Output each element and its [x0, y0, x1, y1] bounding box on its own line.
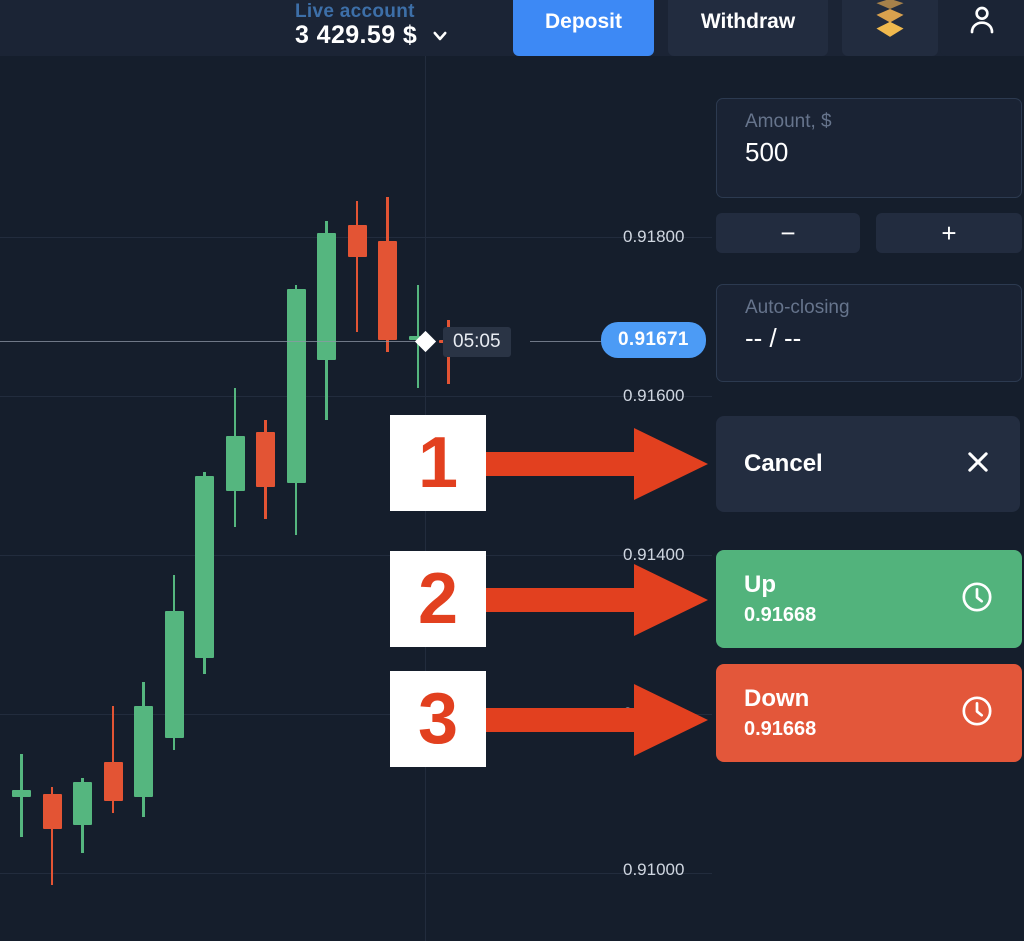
candle-body — [42, 793, 62, 830]
candle-body — [378, 240, 397, 341]
candle-body — [347, 225, 367, 257]
up-price: 0.91668 — [744, 604, 817, 626]
annotation-number-2: 2 — [417, 559, 459, 639]
account-type-label: Live account — [295, 1, 415, 21]
down-trade-button[interactable]: Down 0.91668 — [716, 664, 1022, 762]
candle-body — [286, 288, 306, 484]
amount-value: 500 — [745, 137, 789, 167]
close-icon[interactable] — [964, 448, 992, 481]
account-balance: 3 429.59 $ — [295, 21, 418, 49]
cancel-button[interactable]: Cancel — [716, 416, 1020, 512]
candle-body — [164, 610, 184, 738]
rank-badge-button[interactable] — [842, 0, 938, 56]
candle-body — [73, 781, 92, 826]
expiry-timer-badge: 05:05 — [443, 327, 511, 357]
auto-closing-value: -- / -- — [745, 323, 802, 353]
gold-chevron-rank-icon — [873, 0, 907, 47]
profile-button[interactable] — [940, 0, 1024, 56]
auto-closing-input[interactable]: Auto-closing -- / -- — [716, 284, 1022, 382]
annotation-arrow-3 — [486, 684, 708, 756]
person-icon — [966, 4, 998, 41]
gridline-horizontal — [0, 396, 712, 397]
up-trade-button[interactable]: Up 0.91668 — [716, 550, 1022, 648]
current-price-line-right — [530, 341, 605, 342]
account-selector[interactable]: Live account 3 429.59 $ — [295, 0, 510, 56]
clock-icon — [960, 580, 994, 619]
price-axis-label: 0.91600 — [623, 386, 685, 405]
annotation-box-1: 1 — [390, 415, 486, 511]
annotation-arrow-2 — [486, 564, 708, 636]
down-price: 0.91668 — [744, 718, 817, 740]
trade-panel: Amount, $ 500 − + Auto-closing -- / -- C… — [716, 56, 1024, 941]
auto-closing-label: Auto-closing — [745, 297, 850, 318]
candle-body — [256, 431, 275, 488]
candle-body — [103, 761, 123, 802]
clock-icon — [960, 694, 994, 733]
candle-body — [12, 789, 31, 798]
amount-input[interactable]: Amount, $ 500 — [716, 98, 1022, 198]
cancel-label: Cancel — [744, 450, 823, 477]
top-header: Live account 3 429.59 $ Deposit Withdraw — [0, 0, 1024, 56]
annotation-box-3: 3 — [390, 671, 486, 767]
amount-increase-button[interactable]: + — [876, 213, 1022, 253]
price-axis-label: 0.91000 — [623, 860, 685, 879]
candle-wick — [355, 201, 359, 333]
account-balance-row[interactable]: 3 429.59 $ — [295, 21, 510, 50]
annotation-box-2: 2 — [390, 551, 486, 647]
amount-label: Amount, $ — [745, 111, 832, 132]
deposit-button[interactable]: Deposit — [513, 0, 654, 56]
current-price-badge: 0.91671 — [601, 322, 706, 358]
amount-decrease-button[interactable]: − — [716, 213, 860, 253]
down-label: Down — [744, 685, 810, 712]
gridline-horizontal — [0, 873, 712, 874]
gridline-horizontal — [0, 555, 712, 556]
current-price-line — [0, 341, 430, 342]
annotation-number-1: 1 — [417, 423, 459, 503]
price-axis-label: 0.91800 — [623, 227, 685, 246]
candle-body — [195, 475, 214, 659]
candle-body — [134, 706, 153, 798]
up-label: Up — [744, 571, 776, 598]
chevron-down-icon[interactable] — [431, 27, 449, 45]
annotation-number-3: 3 — [417, 679, 459, 759]
annotation-arrow-1 — [486, 428, 708, 500]
candle-body — [225, 435, 245, 492]
withdraw-button[interactable]: Withdraw — [668, 0, 828, 56]
